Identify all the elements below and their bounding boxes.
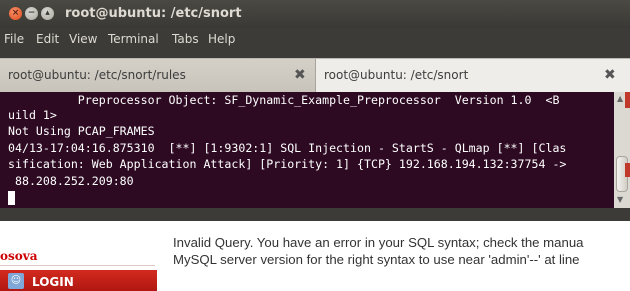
terminal-output[interactable]: Preprocessor Object: SF_Dynamic_Example_… — [0, 92, 614, 208]
sql-error-message: Invalid Query. You have an error in your… — [173, 235, 584, 250]
window-title: root@ubuntu: /etc/snort — [65, 6, 242, 21]
login-label: LOGIN — [32, 275, 74, 289]
menu-file[interactable]: File — [4, 32, 24, 46]
terminal-window: × − ▴ root@ubuntu: /etc/snort File Edit … — [0, 0, 630, 221]
tab-snort-rules[interactable]: root@ubuntu: /etc/snort/rules ✖ — [0, 59, 316, 92]
window-bottom-border — [0, 208, 630, 221]
tab-bar: root@ubuntu: /etc/snort/rules ✖ root@ubu… — [0, 58, 630, 92]
window-titlebar[interactable]: × − ▴ root@ubuntu: /etc/snort — [0, 0, 630, 28]
background-page-edge — [625, 92, 630, 108]
divider — [0, 265, 155, 266]
menu-tabs[interactable]: Tabs — [172, 32, 199, 46]
menu-view[interactable]: View — [69, 32, 97, 46]
terminal-line: sification: Web Application Attack] [Pri… — [8, 157, 567, 171]
terminal-line: 04/13-17:04:16.875310 [**] [1:9302:1] SQ… — [8, 141, 567, 155]
terminal-line: uild 1> — [8, 108, 57, 122]
terminal-scrollbar[interactable]: ▲ ▼ — [614, 92, 630, 208]
tab-close-icon[interactable]: ✖ — [604, 67, 616, 83]
tab-label: root@ubuntu: /etc/snort — [324, 68, 469, 82]
site-brand: osova — [0, 249, 38, 263]
window-minimize-button[interactable]: − — [25, 7, 38, 20]
scroll-down-icon[interactable]: ▼ — [617, 195, 623, 204]
terminal-line: Preprocessor Object: SF_Dynamic_Example_… — [8, 93, 560, 107]
terminal-cursor — [8, 191, 15, 205]
terminal-line: Not Using PCAP_FRAMES — [8, 124, 155, 138]
menu-bar: File Edit View Terminal Tabs Help — [0, 28, 630, 50]
sql-error-message: MySQL server version for the right synta… — [173, 252, 580, 267]
window-close-button[interactable]: × — [9, 7, 22, 20]
terminal-line: 88.208.252.209:80 — [8, 174, 134, 188]
menu-terminal[interactable]: Terminal — [108, 32, 159, 46]
user-icon: ☺ — [8, 273, 24, 289]
background-page-edge — [625, 163, 630, 177]
tab-close-icon[interactable]: ✖ — [294, 67, 306, 83]
menu-help[interactable]: Help — [208, 32, 235, 46]
login-button[interactable]: ☺ LOGIN — [0, 270, 157, 291]
tab-snort[interactable]: root@ubuntu: /etc/snort ✖ — [316, 59, 630, 92]
window-maximize-button[interactable]: ▴ — [41, 7, 54, 20]
scroll-up-icon[interactable]: ▲ — [617, 94, 623, 103]
tab-label: root@ubuntu: /etc/snort/rules — [8, 68, 186, 82]
menu-edit[interactable]: Edit — [36, 32, 59, 46]
